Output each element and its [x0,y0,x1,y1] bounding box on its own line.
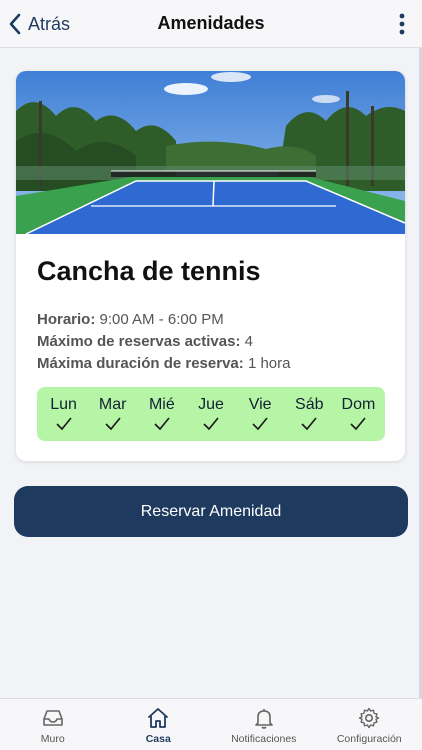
tab-label: Configuración [336,733,402,745]
checkmark-icon [55,417,72,431]
inbox-icon [42,710,63,726]
schedule-label: Horario: [37,311,96,328]
home-icon [148,708,169,728]
day-thursday: Jue [188,396,234,432]
tab-label: Casa [145,733,171,745]
more-options-icon[interactable] [394,12,410,36]
tab-label: Muro [40,733,65,745]
checkmark-icon [154,417,170,431]
day-monday: Lun [41,396,87,432]
day-label: Lun [50,396,77,413]
tab-bar: Muro Casa Notificaciones Configuración [0,698,422,750]
day-wednesday: Mié [139,396,185,432]
day-label: Dom [341,396,376,413]
bell-icon [254,709,273,729]
schedule-row: Horario: 9:00 AM - 6:00 PM [37,309,290,331]
availability-days: Lun Mar Mié Jue Vie Sáb Dom [37,387,385,441]
day-sunday: Dom [335,396,381,432]
tab-casa[interactable]: Casa [106,699,212,750]
amenity-card: Cancha de tennis Horario: 9:00 AM - 6:00… [16,71,405,461]
max-duration-label: Máxima duración de reserva: [37,355,244,372]
app-screen: Atrás Amenidades Cancha de tennis Horari… [0,0,422,750]
checkmark-icon [350,417,367,431]
amenity-name: Cancha de tennis [37,256,261,286]
day-label: Vie [248,396,272,413]
tab-configuracion[interactable]: Configuración [317,699,422,750]
day-label: Sáb [295,396,324,413]
gear-icon [359,707,380,729]
max-duration-value: 1 hora [247,355,291,372]
day-label: Jue [198,396,224,413]
day-label: Mar [98,396,127,413]
tab-muro[interactable]: Muro [0,699,106,750]
page-title: Amenidades [157,13,265,33]
tab-label: Notificaciones [231,733,297,745]
checkmark-icon [105,417,121,431]
tab-notificaciones[interactable]: Notificaciones [211,699,317,750]
max-active-row: Máximo de reservas activas: 4 [37,331,290,353]
schedule-value: 9:00 AM - 6:00 PM [99,311,224,328]
max-active-value: 4 [244,333,253,350]
max-duration-row: Máxima duración de reserva: 1 hora [37,353,290,375]
reserve-amenity-button[interactable]: Reservar Amenidad [14,486,408,537]
max-active-label: Máximo de reservas activas: [37,333,241,350]
day-friday: Vie [237,396,283,432]
day-saturday: Sáb [286,396,332,432]
amenity-photo [16,71,405,234]
checkmark-icon [203,417,219,431]
day-label: Mié [148,396,175,413]
navigation-header: Atrás Amenidades [0,0,422,48]
amenity-info: Horario: 9:00 AM - 6:00 PM Máximo de res… [37,309,290,375]
checkmark-icon [252,417,268,431]
day-tuesday: Mar [90,396,136,432]
checkmark-icon [301,417,317,431]
